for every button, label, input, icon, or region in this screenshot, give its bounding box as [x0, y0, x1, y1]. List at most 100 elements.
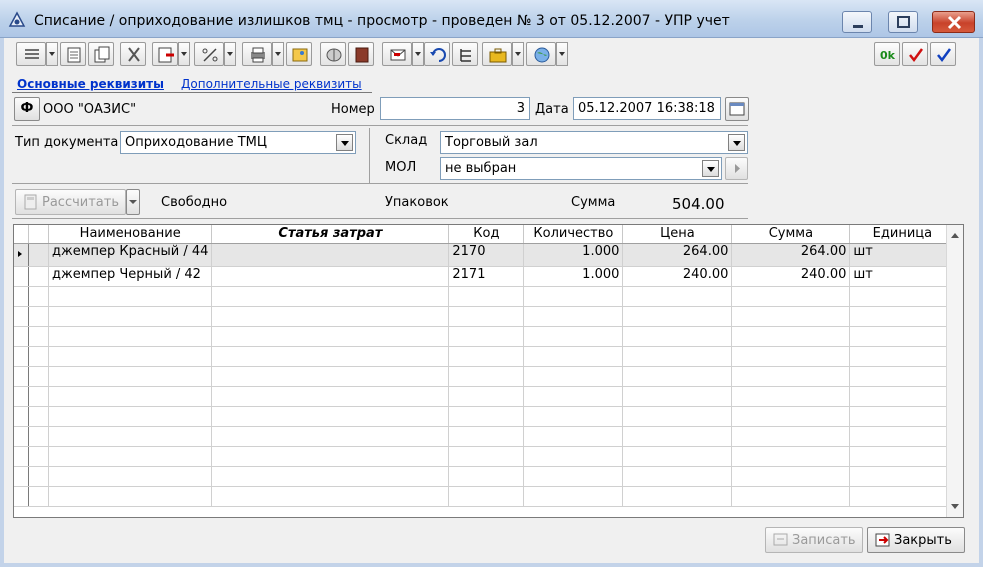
table-cell-price[interactable] — [622, 386, 733, 407]
percent-icon[interactable] — [194, 42, 224, 66]
scroll-up-arrow-icon[interactable] — [951, 233, 959, 238]
undo-icon[interactable] — [424, 42, 450, 66]
picture-icon[interactable] — [286, 42, 312, 66]
table-cell-qty[interactable] — [523, 466, 624, 487]
table-cell-name[interactable] — [48, 386, 213, 407]
column-header[interactable]: Наименование — [48, 225, 213, 244]
table-row[interactable] — [14, 386, 956, 407]
print-icon[interactable] — [242, 42, 272, 66]
table-row[interactable] — [14, 486, 956, 507]
table-cell-sum[interactable]: 240.00 — [731, 266, 851, 287]
table-cell-sum[interactable] — [731, 386, 851, 407]
globe-icon[interactable] — [526, 42, 556, 66]
table-cell-unit[interactable] — [849, 286, 956, 307]
row-indicator[interactable] — [14, 466, 29, 487]
table-cell-code[interactable] — [448, 486, 525, 507]
table-cell-unit[interactable] — [849, 306, 956, 327]
list-icon[interactable] — [16, 42, 46, 66]
table-cell-code[interactable] — [448, 426, 525, 447]
row-indicator[interactable] — [14, 326, 29, 347]
table-cell-price[interactable] — [622, 486, 733, 507]
row-indicator[interactable] — [14, 243, 29, 267]
column-header[interactable]: Количество — [523, 225, 624, 244]
table-cell-code[interactable] — [448, 366, 525, 387]
row-indicator[interactable] — [14, 306, 29, 327]
chevron-down-icon[interactable] — [728, 134, 745, 151]
table-cell-unit[interactable] — [849, 466, 956, 487]
row-indicator[interactable] — [14, 446, 29, 467]
save-button[interactable]: Записать — [765, 527, 863, 553]
table-cell-sum[interactable] — [731, 366, 851, 387]
brain-icon[interactable] — [320, 42, 346, 66]
table-cell-name[interactable] — [48, 486, 213, 507]
table-cell-name[interactable] — [48, 286, 213, 307]
table-cell-qty[interactable]: 1.000 — [523, 266, 624, 287]
table-cell-name[interactable] — [48, 346, 213, 367]
table-cell-code[interactable] — [448, 386, 525, 407]
table-cell-unit[interactable] — [849, 366, 956, 387]
table-cell-qty[interactable]: 1.000 — [523, 243, 624, 267]
column-header[interactable]: Сумма — [731, 225, 851, 244]
column-header[interactable]: Цена — [622, 225, 733, 244]
row-indicator[interactable] — [14, 266, 29, 287]
table-cell-name[interactable] — [48, 466, 213, 487]
table-cell-sum[interactable] — [731, 326, 851, 347]
structure-icon[interactable] — [452, 42, 478, 66]
table-cell-price[interactable]: 264.00 — [622, 243, 733, 267]
table-cell-sum[interactable] — [731, 286, 851, 307]
table-cell-price[interactable] — [622, 406, 733, 427]
table-cell-code[interactable] — [448, 286, 525, 307]
row-indicator[interactable] — [14, 406, 29, 427]
table-cell-code[interactable]: 2171 — [448, 266, 525, 287]
briefcase-icon[interactable] — [482, 42, 512, 66]
date-field[interactable]: 05.12.2007 16:38:18 — [573, 97, 721, 120]
table-cell-sum[interactable] — [731, 426, 851, 447]
table-cell[interactable] — [28, 346, 49, 367]
tab-additional-requisites[interactable]: Дополнительные реквизиты — [181, 77, 362, 91]
table-cell[interactable] — [28, 286, 49, 307]
table-cell-code[interactable] — [448, 326, 525, 347]
table-cell-name[interactable] — [48, 326, 213, 347]
table-cell-name[interactable] — [48, 306, 213, 327]
table-row[interactable]: джемпер Красный / 44 2170 1.000 264.00 264.0… — [14, 243, 956, 267]
table-cell-name[interactable]: джемпер Красный / 44 — [48, 243, 213, 267]
table-cell-code[interactable] — [448, 406, 525, 427]
envelope-dropdown-arrow[interactable] — [412, 42, 424, 66]
table-cell-cost_item[interactable] — [211, 366, 450, 387]
column-header[interactable]: Код — [448, 225, 525, 244]
table-cell-sum[interactable] — [731, 466, 851, 487]
table-cell-name[interactable]: джемпер Черный / 42 — [48, 266, 213, 287]
table-cell-unit[interactable] — [849, 386, 956, 407]
table-cell[interactable] — [28, 266, 49, 287]
mol-select[interactable]: не выбран — [440, 157, 722, 180]
table-cell-code[interactable] — [448, 306, 525, 327]
table-cell[interactable] — [28, 366, 49, 387]
table-row[interactable] — [14, 286, 956, 307]
table-cell-sum[interactable] — [731, 346, 851, 367]
table-cell[interactable] — [28, 326, 49, 347]
row-indicator[interactable] — [14, 386, 29, 407]
table-cell-cost_item[interactable] — [211, 346, 450, 367]
percent-dropdown-arrow[interactable] — [224, 42, 236, 66]
table-cell-cost_item[interactable] — [211, 326, 450, 347]
scroll-down-arrow-icon[interactable] — [951, 504, 959, 509]
table-row[interactable] — [14, 466, 956, 487]
table-cell-price[interactable] — [622, 346, 733, 367]
calendar-icon[interactable] — [725, 97, 749, 121]
org-select-button[interactable]: Ф — [14, 97, 40, 121]
table-cell[interactable] — [28, 243, 49, 267]
table-cell-cost_item[interactable] — [211, 466, 450, 487]
table-cell-unit[interactable] — [849, 446, 956, 467]
table-cell-unit[interactable] — [849, 326, 956, 347]
table-row[interactable] — [14, 426, 956, 447]
close-button[interactable]: Закрыть — [867, 527, 965, 553]
table-cell-cost_item[interactable] — [211, 406, 450, 427]
items-table[interactable]: Наименование Статья затрат Код Количеств… — [13, 224, 964, 518]
insert-dropdown-arrow[interactable] — [178, 42, 190, 66]
calculate-dropdown-arrow[interactable] — [126, 189, 140, 215]
table-cell-name[interactable] — [48, 406, 213, 427]
table-cell-sum[interactable] — [731, 306, 851, 327]
warehouse-select[interactable]: Торговый зал — [440, 131, 748, 154]
table-cell-sum[interactable] — [731, 446, 851, 467]
checkmark-blue-icon[interactable] — [930, 42, 956, 66]
